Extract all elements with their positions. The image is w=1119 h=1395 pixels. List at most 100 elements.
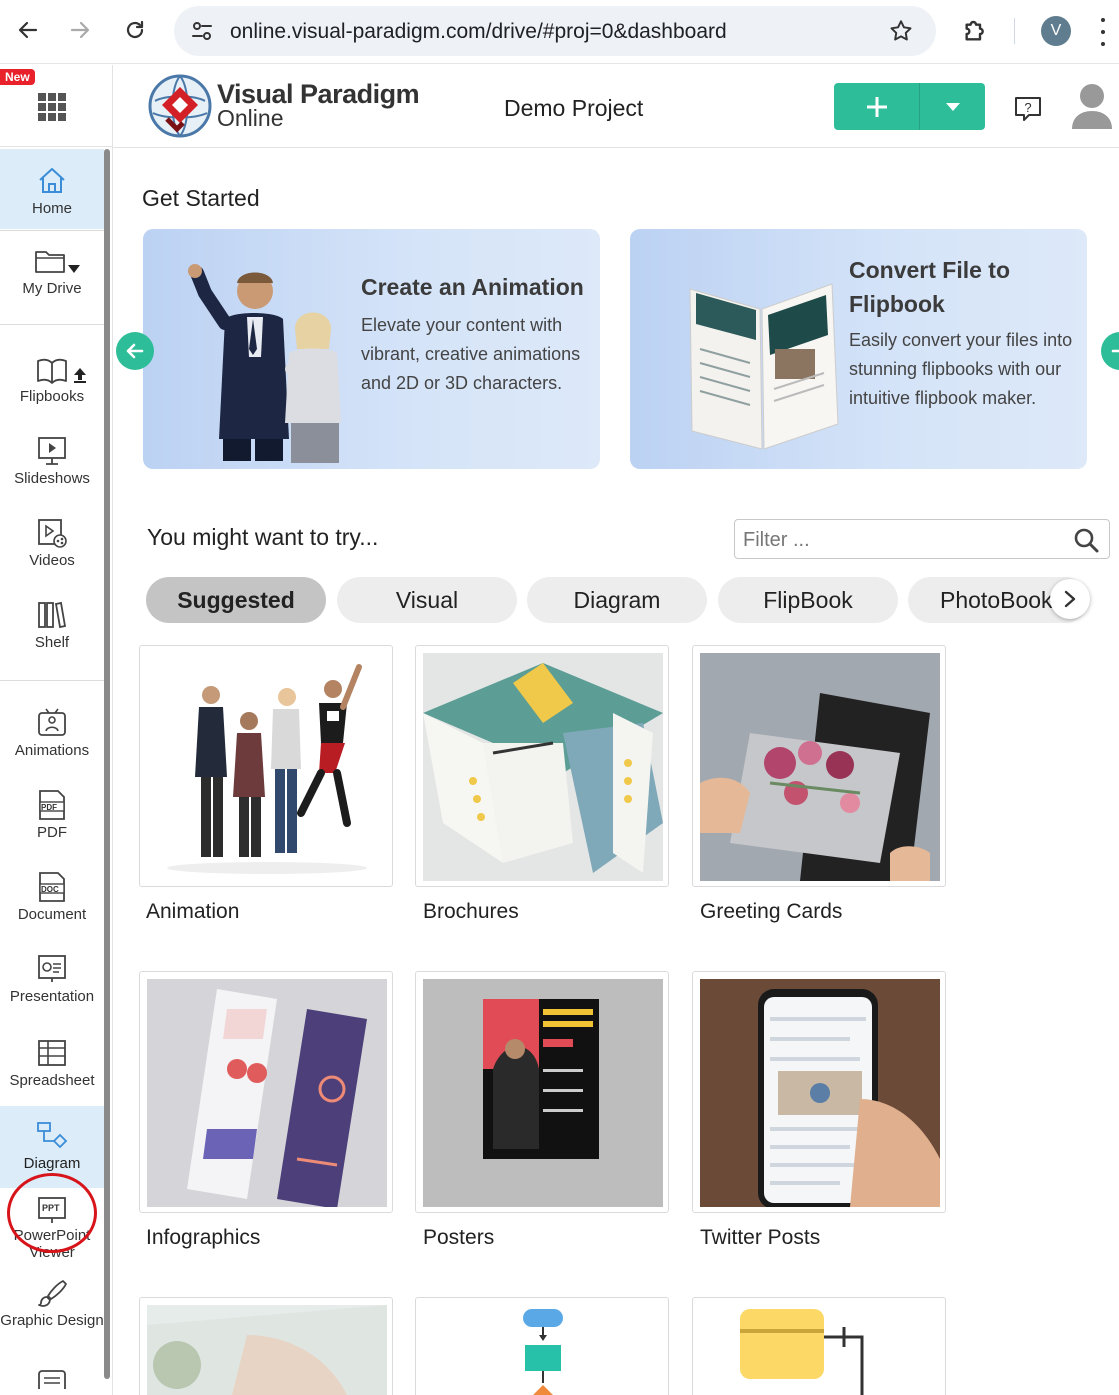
extensions-icon[interactable] bbox=[960, 14, 992, 46]
sidebar-item-home[interactable]: Home bbox=[0, 149, 104, 229]
sidebar-item-flipbooks[interactable]: Flipbooks bbox=[0, 355, 104, 415]
divider bbox=[0, 230, 104, 231]
forward-button[interactable] bbox=[62, 12, 98, 48]
card-thumbnail bbox=[147, 979, 387, 1207]
app-grid-icon[interactable] bbox=[38, 93, 66, 121]
twitter-post-thumbnail-image bbox=[758, 989, 940, 1207]
card-label[interactable]: Animation bbox=[146, 900, 239, 924]
highlight-annotation bbox=[7, 1173, 97, 1253]
shelf-icon bbox=[38, 601, 67, 629]
caret-down-icon bbox=[945, 102, 960, 111]
promo-card-animation[interactable]: Create an Animation Elevate your content… bbox=[143, 229, 600, 469]
template-card-posters[interactable] bbox=[415, 971, 669, 1213]
sidebar-item-label: Home bbox=[31, 200, 72, 217]
card-label[interactable]: Twitter Posts bbox=[700, 1226, 820, 1250]
tab-suggested[interactable]: Suggested bbox=[146, 577, 326, 623]
tab-visual[interactable]: Visual bbox=[337, 577, 517, 623]
card-thumbnail bbox=[700, 979, 940, 1207]
card-thumbnail bbox=[423, 1305, 663, 1395]
upload-icon[interactable] bbox=[73, 367, 87, 383]
app-header: Visual Paradigm Online Demo Project ? bbox=[113, 65, 1119, 148]
help-icon[interactable]: ? bbox=[1013, 95, 1043, 123]
template-card-row3-2[interactable] bbox=[415, 1297, 669, 1395]
sidebar-item-videos[interactable]: Videos bbox=[0, 517, 104, 577]
filter-input[interactable]: Filter ... bbox=[734, 519, 1110, 559]
infographics-thumbnail-image bbox=[187, 989, 367, 1207]
sidebar-item-presentation[interactable]: Presentation bbox=[0, 953, 104, 1013]
diagram-thumbnail-image bbox=[740, 1309, 864, 1395]
tabs-scroll-right-button[interactable] bbox=[1050, 579, 1090, 619]
sidebar-item-slideshows[interactable]: Slideshows bbox=[0, 435, 104, 495]
create-dropdown-button[interactable] bbox=[919, 83, 985, 130]
sidebar-item-label: My Drive bbox=[22, 280, 82, 297]
arrow-left-icon bbox=[126, 343, 144, 359]
sidebar: New Home My Drive Flipbooks Slideshows V… bbox=[0, 65, 113, 1395]
tab-diagram[interactable]: Diagram bbox=[527, 577, 707, 623]
logo-subtitle: Online bbox=[217, 105, 284, 131]
sidebar-item-label: Flipbooks bbox=[19, 388, 85, 405]
bookmark-star-icon[interactable] bbox=[888, 18, 914, 44]
card-thumbnail bbox=[423, 653, 663, 881]
visual-paradigm-logo[interactable] bbox=[147, 73, 213, 139]
site-settings-icon[interactable] bbox=[190, 19, 214, 43]
sidebar-item-document[interactable]: DOC Document bbox=[0, 871, 104, 931]
sidebar-scrollbar[interactable] bbox=[104, 149, 110, 1379]
tab-flipbook[interactable]: FlipBook bbox=[718, 577, 898, 623]
template-card-twitter-posts[interactable] bbox=[692, 971, 946, 1213]
card-label[interactable]: Brochures bbox=[423, 900, 519, 924]
photobook-thumbnail-image bbox=[147, 1305, 387, 1395]
template-card-greeting-cards[interactable] bbox=[692, 645, 946, 887]
project-title[interactable]: Demo Project bbox=[504, 95, 643, 122]
sidebar-item-label: Spreadsheet bbox=[9, 1072, 95, 1089]
carousel-prev-button[interactable] bbox=[116, 332, 154, 370]
arrow-right-icon bbox=[1111, 349, 1119, 353]
sidebar-item-spreadsheet[interactable]: Spreadsheet bbox=[0, 1037, 104, 1097]
create-new-button[interactable] bbox=[834, 83, 919, 130]
sidebar-item-label: Diagram bbox=[23, 1155, 81, 1172]
sidebar-item-shelf[interactable]: Shelf bbox=[0, 599, 104, 659]
diagram-icon bbox=[37, 1122, 68, 1149]
card-thumbnail bbox=[147, 1305, 387, 1395]
carousel-next-button[interactable] bbox=[1101, 332, 1119, 370]
video-icon bbox=[38, 519, 67, 548]
browser-menu-icon[interactable] bbox=[1100, 18, 1106, 46]
arrow-right-icon bbox=[70, 21, 90, 39]
animation-thumbnail-image bbox=[167, 664, 367, 874]
reload-icon bbox=[126, 20, 144, 39]
template-card-infographics[interactable] bbox=[139, 971, 393, 1213]
slideshow-icon bbox=[38, 437, 66, 465]
sidebar-item-graphic-design[interactable]: Graphic Design bbox=[0, 1277, 104, 1347]
greeting-card-thumbnail-image bbox=[700, 693, 930, 881]
card-label[interactable]: Greeting Cards bbox=[700, 900, 842, 924]
card-label[interactable]: Infographics bbox=[146, 1226, 260, 1250]
browser-toolbar: online.visual-paradigm.com/drive/#proj=0… bbox=[0, 0, 1119, 64]
sidebar-item-pdf[interactable]: PDF PDF bbox=[0, 789, 104, 849]
template-card-animation[interactable] bbox=[139, 645, 393, 887]
address-bar[interactable]: online.visual-paradigm.com/drive/#proj=0… bbox=[174, 6, 936, 56]
doc-icon: DOC bbox=[37, 871, 67, 903]
reload-button[interactable] bbox=[117, 12, 153, 48]
back-button[interactable] bbox=[10, 12, 46, 48]
template-card-brochures[interactable] bbox=[415, 645, 669, 887]
divider bbox=[0, 680, 104, 681]
arrow-left-icon bbox=[18, 21, 38, 39]
more-tool-icon[interactable] bbox=[36, 1369, 68, 1389]
chevron-right-icon bbox=[1064, 590, 1076, 608]
profile-avatar[interactable]: V bbox=[1041, 16, 1071, 46]
template-card-row3-1[interactable] bbox=[139, 1297, 393, 1395]
poster-thumbnail-image bbox=[483, 999, 599, 1159]
new-badge: New bbox=[0, 69, 35, 85]
sidebar-item-label: Animations bbox=[14, 742, 90, 759]
sidebar-item-animations[interactable]: Animations bbox=[0, 707, 104, 767]
toolbar-separator bbox=[1014, 18, 1015, 44]
brochure-thumbnail-image bbox=[423, 663, 663, 873]
user-avatar-icon[interactable] bbox=[1071, 83, 1113, 131]
url-text: online.visual-paradigm.com/drive/#proj=0… bbox=[230, 20, 727, 43]
sidebar-item-label: PDF bbox=[37, 824, 67, 841]
promo-card-flipbook[interactable]: Convert File to Flipbook Easily convert … bbox=[630, 229, 1087, 469]
template-card-row3-3[interactable] bbox=[692, 1297, 946, 1395]
search-icon[interactable] bbox=[1073, 527, 1099, 553]
card-label[interactable]: Posters bbox=[423, 1226, 494, 1250]
sidebar-item-my-drive[interactable]: My Drive bbox=[0, 247, 104, 307]
caret-down-icon[interactable] bbox=[68, 265, 80, 273]
